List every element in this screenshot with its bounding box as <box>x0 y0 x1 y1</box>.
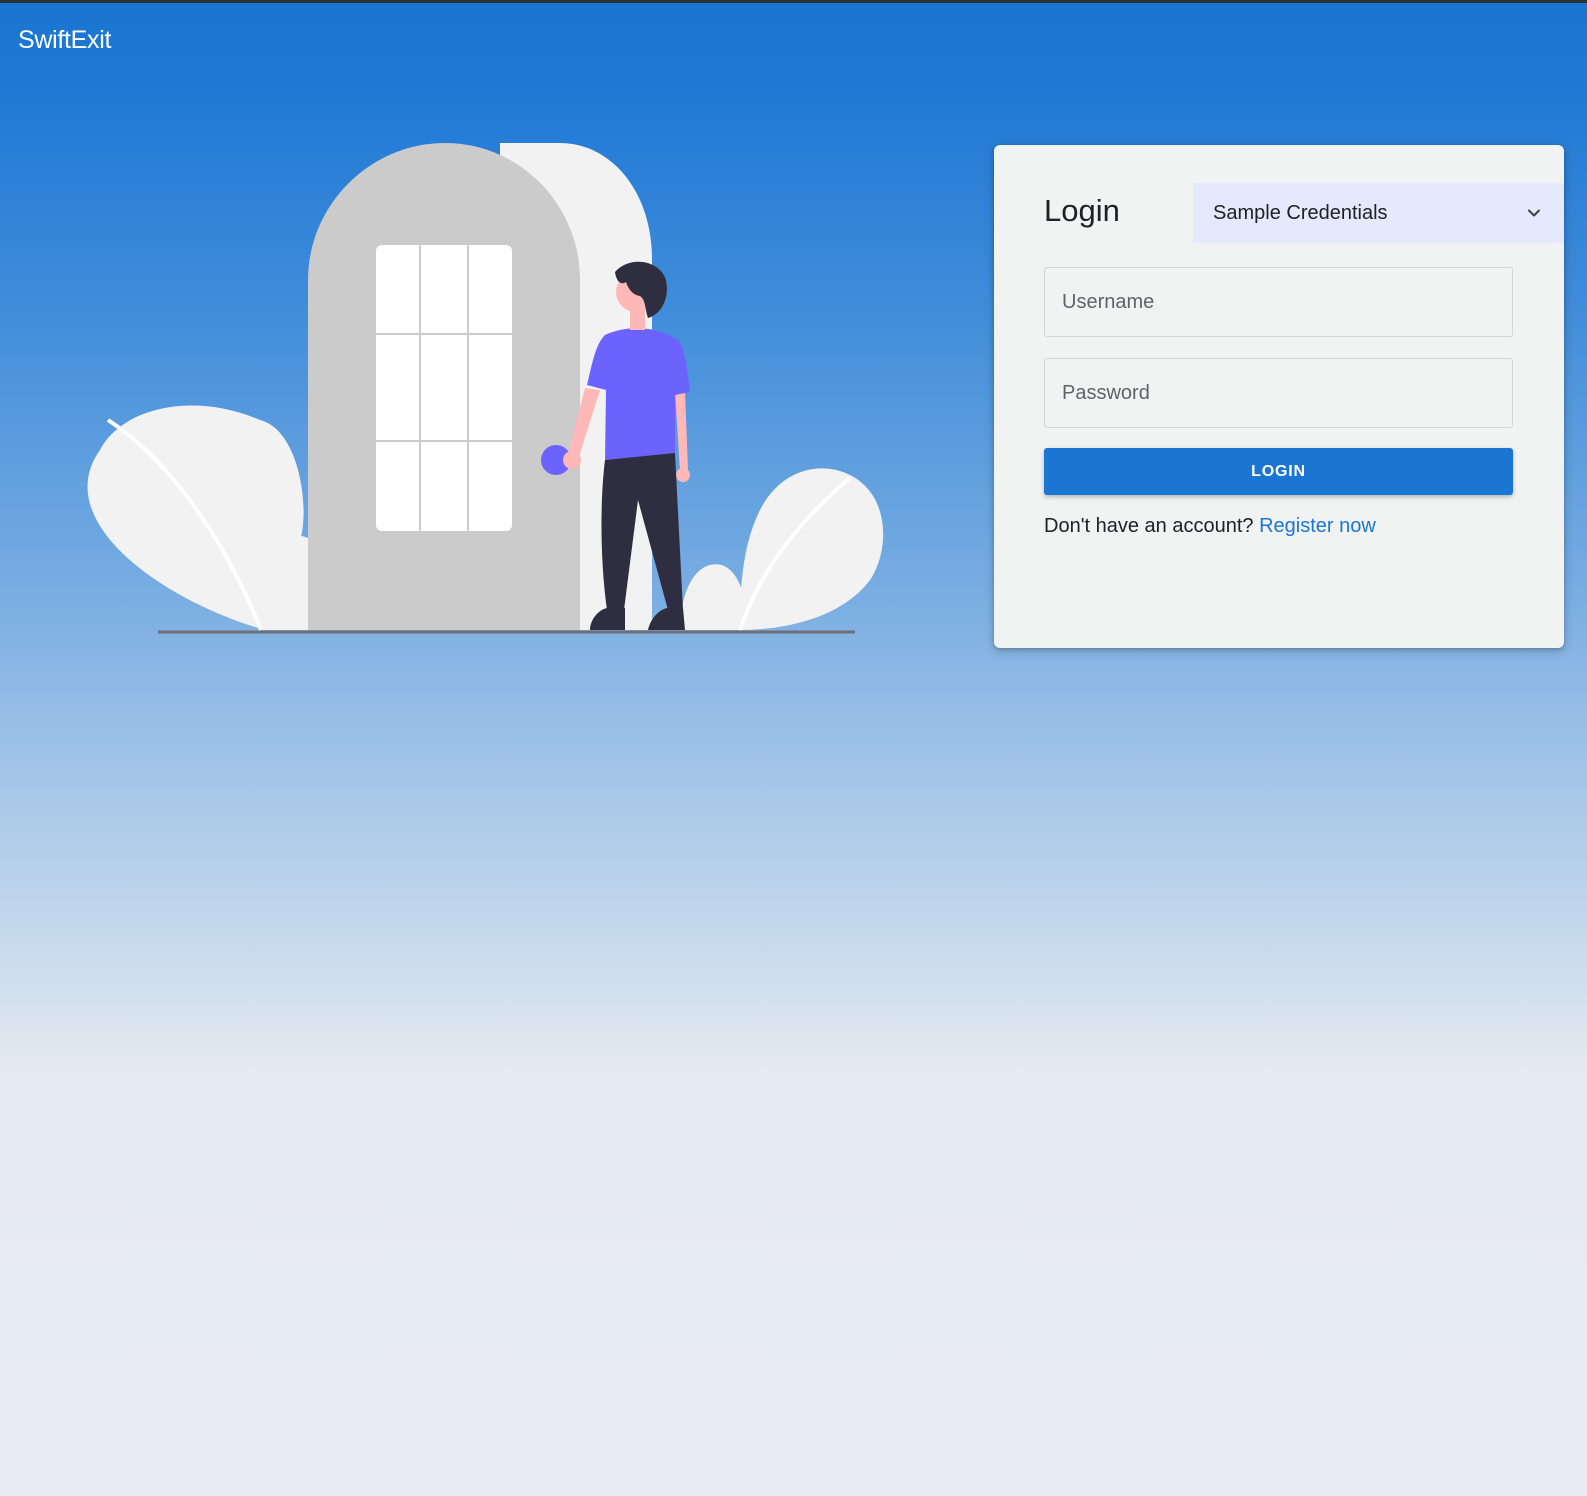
right-bush-small <box>680 564 745 630</box>
person-neck <box>630 308 645 330</box>
chevron-down-icon <box>1528 209 1540 217</box>
sample-credentials-select[interactable]: Sample Credentials <box>1193 183 1564 243</box>
login-title: Login <box>1044 193 1120 228</box>
person-shoe-right <box>648 608 685 630</box>
password-input[interactable] <box>1044 358 1513 428</box>
door-window <box>376 245 512 531</box>
person-arm-right <box>675 392 688 470</box>
app-brand[interactable]: SwiftExit <box>18 26 111 55</box>
signup-prompt-text: Don't have an account? <box>1044 515 1254 537</box>
login-button[interactable]: LOGIN <box>1044 448 1513 495</box>
login-card: Login Sample Credentials LOGIN Don't hav… <box>994 145 1564 648</box>
door-person-illustration <box>87 143 884 634</box>
right-bush-shape <box>740 468 884 630</box>
signup-prompt: Don't have an account? Register now <box>1044 515 1376 538</box>
sample-credentials-label: Sample Credentials <box>1213 202 1388 224</box>
username-input[interactable] <box>1044 267 1513 337</box>
window-top-strip <box>0 0 1587 3</box>
register-link[interactable]: Register now <box>1259 515 1376 537</box>
